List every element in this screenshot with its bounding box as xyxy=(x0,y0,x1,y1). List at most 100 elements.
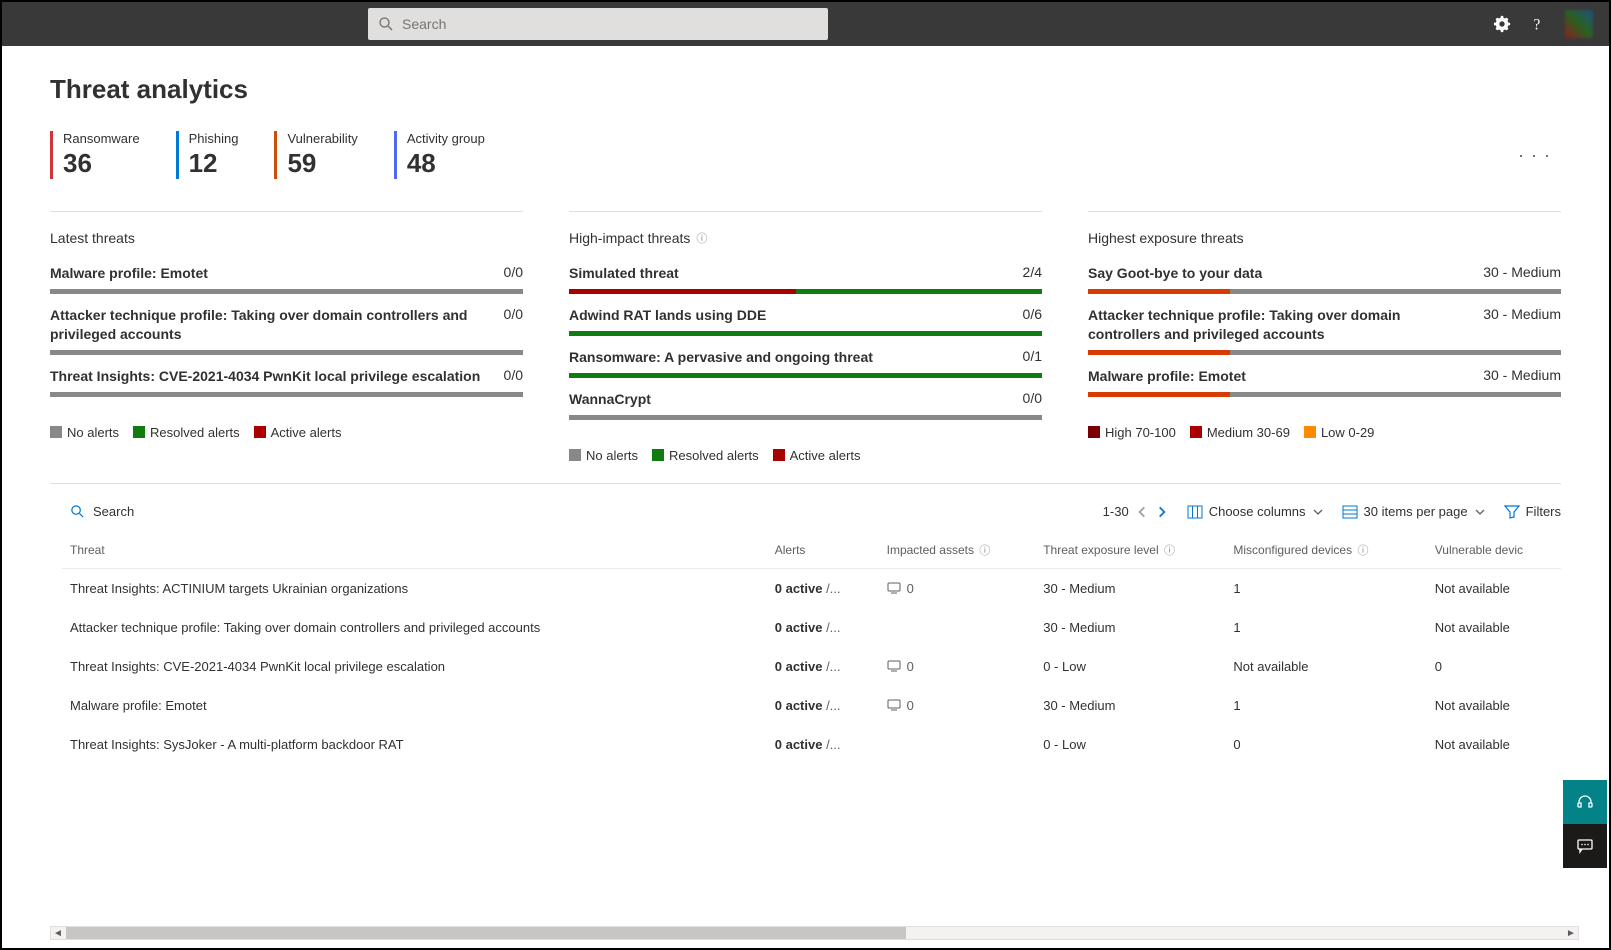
horizontal-scrollbar[interactable]: ◄ ► xyxy=(50,926,1579,940)
threat-row[interactable]: Simulated threat2/4 xyxy=(569,264,1042,294)
col-label: Misconfigured devices xyxy=(1233,543,1352,557)
cell-threat: Threat Insights: CVE-2021-4034 PwnKit lo… xyxy=(62,647,767,686)
chevron-left-icon[interactable] xyxy=(1135,505,1149,519)
threat-count: 30 - Medium xyxy=(1483,264,1561,280)
table-row[interactable]: Malware profile: Emotet0 active /... 030… xyxy=(62,686,1561,725)
col-exposure[interactable]: Threat exposure level ⓘ xyxy=(1035,532,1225,569)
legend-label: High 70-100 xyxy=(1105,425,1176,440)
threat-row[interactable]: WannaCrypt0/0 xyxy=(569,390,1042,420)
table-scroll[interactable]: Threat Alerts Impacted assets ⓘ Threat e… xyxy=(62,532,1561,948)
bar-segment xyxy=(50,350,523,355)
stat-value: 36 xyxy=(63,148,140,179)
legend-label: Resolved alerts xyxy=(669,448,759,463)
asset-cell: 0 xyxy=(887,581,1028,596)
threat-count: 0/6 xyxy=(1023,306,1042,322)
progress-bar xyxy=(569,331,1042,336)
cell-threat: Malware profile: Emotet xyxy=(62,686,767,725)
threat-name: Malware profile: Emotet xyxy=(50,264,492,283)
info-icon[interactable]: ⓘ xyxy=(1357,545,1368,557)
table-row[interactable]: Threat Insights: CVE-2021-4034 PwnKit lo… xyxy=(62,647,1561,686)
table-row[interactable]: Threat Insights: SysJoker - A multi-plat… xyxy=(62,725,1561,764)
col-vulnerable[interactable]: Vulnerable devic xyxy=(1427,532,1561,569)
user-avatar[interactable] xyxy=(1565,10,1593,38)
stat-card[interactable]: Activity group48 xyxy=(394,131,485,179)
legend-swatch xyxy=(773,449,785,461)
card-title: Latest threats xyxy=(50,230,523,246)
pager-range: 1-30 xyxy=(1103,504,1129,519)
divider xyxy=(50,211,523,212)
info-icon[interactable]: ⓘ xyxy=(979,545,990,557)
more-actions-button[interactable]: · · · xyxy=(1518,145,1551,166)
bar-segment xyxy=(569,289,796,294)
legend-swatch xyxy=(254,426,266,438)
filters-button[interactable]: Filters xyxy=(1504,504,1561,520)
legend-item: Resolved alerts xyxy=(133,425,240,440)
pager: 1-30 xyxy=(1103,504,1169,519)
bar-segment xyxy=(1088,350,1230,355)
stat-value: 59 xyxy=(287,148,357,179)
feedback-button[interactable] xyxy=(1563,824,1607,868)
threat-row[interactable]: Attacker technique profile: Taking over … xyxy=(50,306,523,355)
threat-row[interactable]: Malware profile: Emotet30 - Medium xyxy=(1088,367,1561,397)
threat-count: 2/4 xyxy=(1023,264,1042,280)
threat-row[interactable]: Threat Insights: CVE-2021-4034 PwnKit lo… xyxy=(50,367,523,397)
help-icon[interactable]: ? xyxy=(1529,15,1547,33)
legend-swatch xyxy=(569,449,581,461)
threat-row[interactable]: Attacker technique profile: Taking over … xyxy=(1088,306,1561,355)
table-row[interactable]: Attacker technique profile: Taking over … xyxy=(62,608,1561,647)
info-icon[interactable]: ⓘ xyxy=(696,230,707,246)
card-title: Highest exposure threats xyxy=(1088,230,1561,246)
card-title: High-impact threats ⓘ xyxy=(569,230,1042,246)
stat-card[interactable]: Phishing12 xyxy=(176,131,239,179)
divider xyxy=(569,211,1042,212)
legend-swatch xyxy=(1304,426,1316,438)
col-misconfigured[interactable]: Misconfigured devices ⓘ xyxy=(1225,532,1426,569)
bar-segment xyxy=(50,289,523,294)
headset-button[interactable] xyxy=(1563,780,1607,824)
cell-misconfig: 1 xyxy=(1225,686,1426,725)
choose-columns-button[interactable]: Choose columns xyxy=(1187,504,1324,520)
threat-row[interactable]: Adwind RAT lands using DDE0/6 xyxy=(569,306,1042,336)
settings-icon[interactable] xyxy=(1493,15,1511,33)
threat-count: 30 - Medium xyxy=(1483,367,1561,383)
scroll-left-icon[interactable]: ◄ xyxy=(51,928,65,939)
feedback-icon xyxy=(1575,836,1595,856)
bar-segment xyxy=(796,289,1042,294)
stat-card[interactable]: Vulnerability 59 xyxy=(274,131,357,179)
threat-row[interactable]: Malware profile: Emotet0/0 xyxy=(50,264,523,294)
stat-card[interactable]: Ransomware36 xyxy=(50,131,140,179)
table-search[interactable]: Search xyxy=(70,504,134,519)
legend-item: High 70-100 xyxy=(1088,425,1176,440)
cell-assets xyxy=(879,608,1036,647)
chevron-down-icon xyxy=(1474,506,1486,518)
threat-row[interactable]: Say Goot-bye to your data30 - Medium xyxy=(1088,264,1561,294)
info-icon[interactable]: ⓘ xyxy=(1164,545,1175,557)
cell-vuln: Not available xyxy=(1427,568,1561,608)
search-icon xyxy=(70,504,85,519)
threat-name: Threat Insights: CVE-2021-4034 PwnKit lo… xyxy=(50,367,492,386)
cell-alerts: 0 active /... xyxy=(767,686,879,725)
cell-threat: Threat Insights: SysJoker - A multi-plat… xyxy=(62,725,767,764)
threat-count: 30 - Medium xyxy=(1483,306,1561,322)
stat-label: Vulnerability xyxy=(287,131,357,146)
asset-count: 0 xyxy=(907,581,914,596)
chevron-right-icon[interactable] xyxy=(1155,505,1169,519)
table-row[interactable]: Threat Insights: ACTINIUM targets Ukrain… xyxy=(62,568,1561,608)
cell-exposure: 0 - Low xyxy=(1035,725,1225,764)
legend-label: No alerts xyxy=(67,425,119,440)
legend-swatch xyxy=(652,449,664,461)
global-search-input[interactable] xyxy=(402,16,818,32)
col-alerts[interactable]: Alerts xyxy=(767,532,879,569)
items-per-page-button[interactable]: 30 items per page xyxy=(1342,504,1486,520)
asset-cell: 0 xyxy=(887,659,1028,674)
col-impacted-assets[interactable]: Impacted assets ⓘ xyxy=(879,532,1036,569)
bar-segment xyxy=(569,373,1042,378)
progress-bar xyxy=(1088,289,1561,294)
scroll-thumb[interactable] xyxy=(66,927,906,939)
threat-row[interactable]: Ransomware: A pervasive and ongoing thre… xyxy=(569,348,1042,378)
scroll-right-icon[interactable]: ► xyxy=(1564,928,1578,939)
legend-item: Active alerts xyxy=(254,425,342,440)
col-threat[interactable]: Threat xyxy=(62,532,767,569)
global-search[interactable] xyxy=(368,8,828,40)
cell-exposure: 0 - Low xyxy=(1035,647,1225,686)
